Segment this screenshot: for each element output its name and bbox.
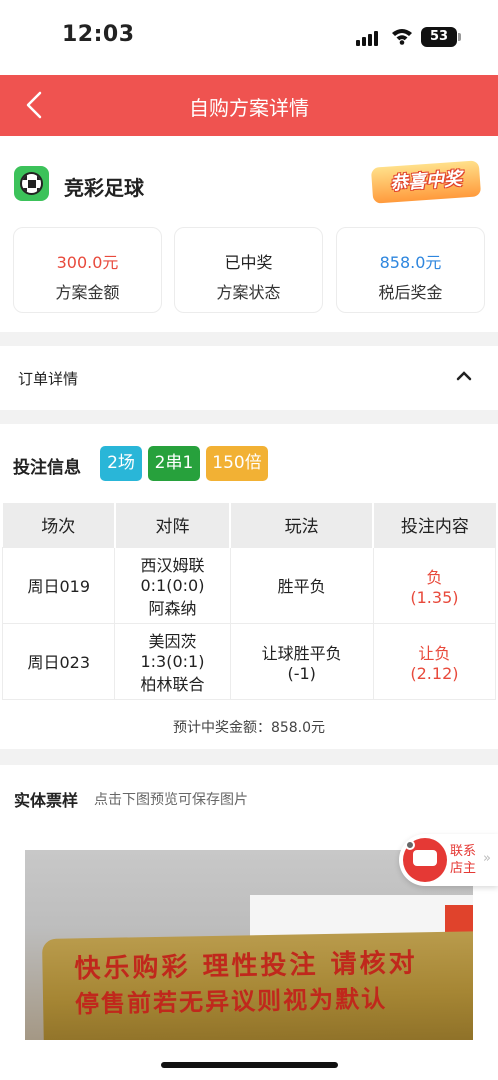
play-type-line1: 胜平负 <box>277 577 326 596</box>
stat-status-value: 已中奖 <box>224 253 273 272</box>
contact-owner-button[interactable]: 联系店主 » <box>399 834 498 886</box>
win-badge-text: 恭喜中奖 <box>389 168 463 195</box>
ticket-sample-card: 实体票样 点击下图预览可保存图片 快乐购彩 理性投注 请核对 停售前若无异议则视… <box>0 765 498 1045</box>
battery-tip <box>458 33 461 41</box>
status-bar: 12:03 53 <box>0 0 498 75</box>
stat-prize-label: 税后奖金 <box>378 283 443 302</box>
home-indicator <box>161 1062 338 1068</box>
double-chevron-right-icon: » <box>483 851 491 866</box>
plaque-text-line2: 停售前若无异议则视为默认 <box>74 983 388 1019</box>
odds: (2.12) <box>410 663 459 683</box>
col-fixture: 对阵 <box>114 503 232 547</box>
bet-info-title: 投注信息 <box>13 458 81 478</box>
chevron-up-icon[interactable] <box>455 367 473 385</box>
order-detail-title: 订单详情 <box>18 370 79 388</box>
ticket-title: 实体票样 <box>14 791 79 810</box>
lottery-name: 竞彩足球 <box>64 176 144 200</box>
brass-plaque: 快乐购彩 理性投注 请核对 停售前若无异议则视为默认 <box>41 931 473 1045</box>
stat-status-label: 方案状态 <box>216 283 281 302</box>
stat-amount-value: 300.0元 <box>56 253 119 272</box>
estimated-prize: 预计中奖金额：858.0元 <box>172 720 326 736</box>
status-time: 12:03 <box>62 22 135 47</box>
contact-owner-label: 联系店主 <box>450 844 477 876</box>
play-type: 胜平负 <box>229 546 374 624</box>
cellular-signal-icon <box>356 30 382 46</box>
stat-amount: 300.0元 方案金额 <box>13 227 162 313</box>
away-team: 柏林联合 <box>140 674 205 694</box>
wifi-icon <box>392 29 412 45</box>
fixture: 西汉姆联 0:1(0:0) 阿森纳 <box>114 546 231 624</box>
stat-prize-value: 858.0元 <box>379 253 442 272</box>
bet-table: 场次 对阵 玩法 投注内容 周日019 西汉姆联 0:1(0:0) 阿森纳 胜平… <box>1 503 497 700</box>
play-type-line2: (-1) <box>287 663 316 683</box>
score: 1:3(0:1) <box>140 651 205 671</box>
fixture: 美因茨 1:3(0:1) 柏林联合 <box>114 622 231 700</box>
pick: 让负 <box>418 643 451 663</box>
score: 0:1(0:0) <box>140 575 205 595</box>
table-header: 场次 对阵 玩法 投注内容 <box>2 503 496 547</box>
football-icon <box>14 166 49 201</box>
tag-multiple: 150倍 <box>206 446 268 481</box>
page-title: 自购方案详情 <box>189 96 309 120</box>
play-type: 让球胜平负 (-1) <box>229 622 374 700</box>
col-play: 玩法 <box>230 503 375 547</box>
bet-info-card: 投注信息 2场 2串1 150倍 场次 对阵 玩法 投注内容 周日019 西汉姆… <box>0 424 498 749</box>
col-match-no: 场次 <box>2 503 116 547</box>
match-no: 周日019 <box>1 546 116 624</box>
away-team: 阿森纳 <box>148 598 197 618</box>
order-detail-toggle[interactable]: 订单详情 <box>0 346 498 410</box>
bet-pick: 让负 (2.12) <box>372 622 497 700</box>
table-row: 周日019 西汉姆联 0:1(0:0) 阿森纳 胜平负 负 (1.35) <box>1 546 497 624</box>
home-team: 美因茨 <box>148 631 197 651</box>
table-row: 周日023 美因茨 1:3(0:1) 柏林联合 让球胜平负 (-1) 让负 (2… <box>1 622 497 700</box>
scheme-summary-card: 竞彩足球 恭喜中奖 300.0元 方案金额 已中奖 方案状态 858.0元 税后… <box>0 136 498 332</box>
battery-icon: 53 <box>421 27 457 47</box>
odds: (1.35) <box>410 587 459 607</box>
chat-icon <box>403 838 447 882</box>
stat-status: 已中奖 方案状态 <box>174 227 323 313</box>
pick: 负 <box>426 567 443 587</box>
ticket-hint: 点击下图预览可保存图片 <box>94 792 248 808</box>
tag-parlay: 2串1 <box>148 446 200 481</box>
stat-amount-label: 方案金额 <box>55 283 120 302</box>
match-no: 周日023 <box>1 622 116 700</box>
win-badge: 恭喜中奖 <box>370 160 482 204</box>
bottom-safe-area <box>0 1040 498 1080</box>
ticket-photo[interactable]: 快乐购彩 理性投注 请核对 停售前若无异议则视为默认 <box>25 850 473 1045</box>
nav-bar: 自购方案详情 <box>0 75 498 136</box>
col-pick: 投注内容 <box>373 503 496 547</box>
play-type-line1: 让球胜平负 <box>261 643 342 663</box>
tag-matches: 2场 <box>100 446 142 481</box>
home-team: 西汉姆联 <box>140 555 205 575</box>
bet-pick: 负 (1.35) <box>372 546 497 624</box>
stat-prize: 858.0元 税后奖金 <box>336 227 485 313</box>
